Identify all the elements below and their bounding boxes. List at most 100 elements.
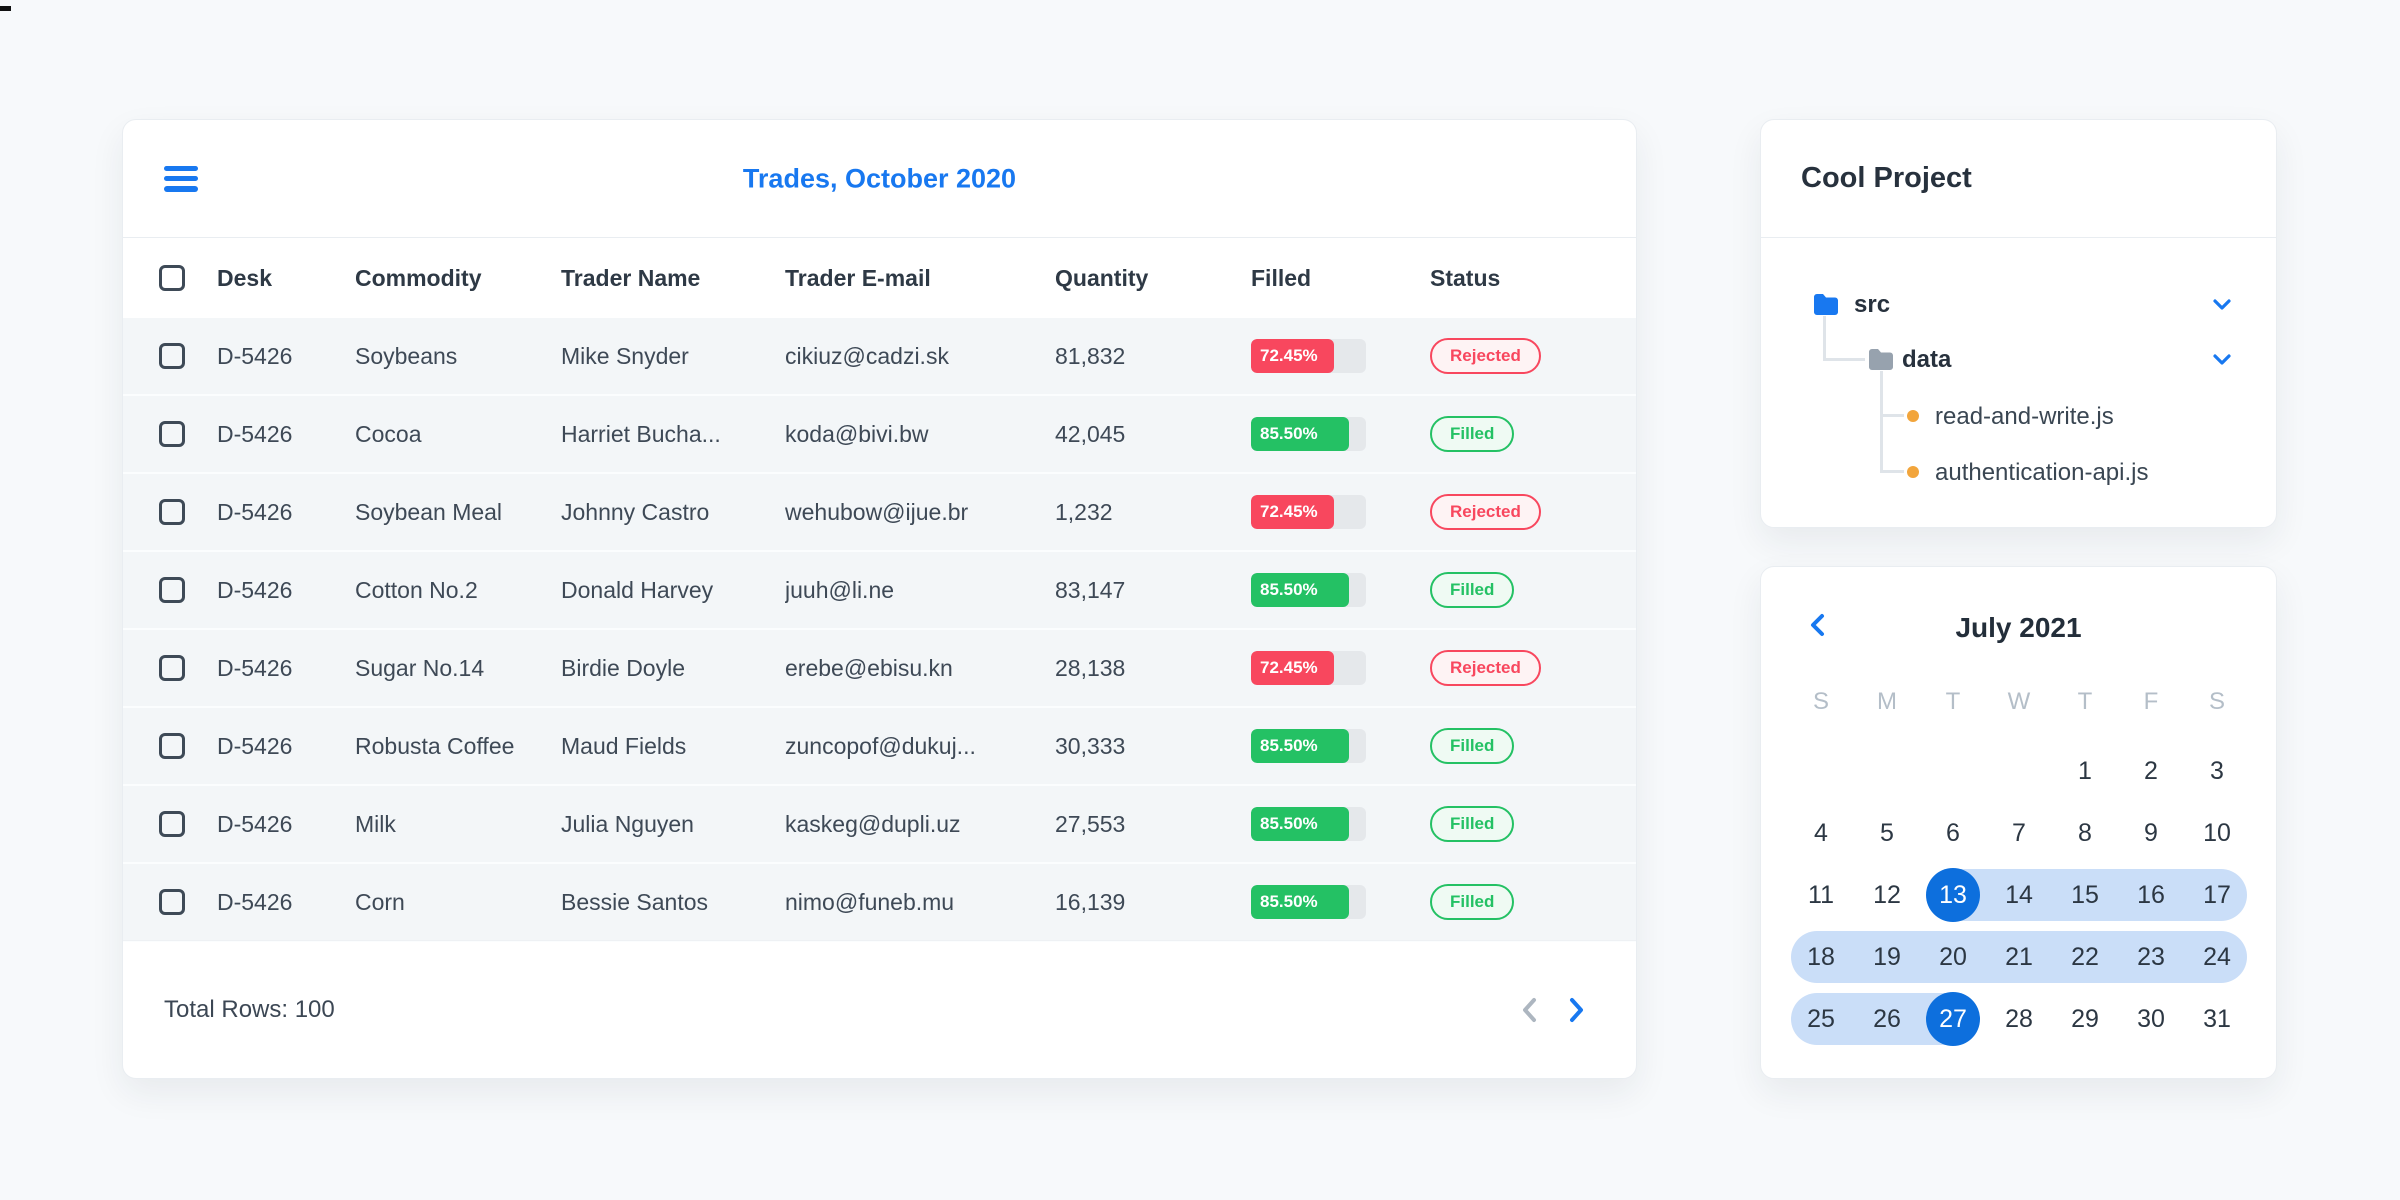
calendar-day[interactable]: 17 bbox=[2184, 864, 2250, 926]
select-all-checkbox[interactable] bbox=[159, 265, 185, 291]
calendar-day[interactable]: 22 bbox=[2052, 926, 2118, 988]
folder-icon-src[interactable] bbox=[1813, 293, 1839, 315]
column-header-status: Status bbox=[1430, 264, 1501, 291]
day-number: 9 bbox=[2144, 818, 2158, 847]
tree-item-data[interactable]: data bbox=[1902, 346, 1951, 374]
calendar-day[interactable]: 29 bbox=[2052, 988, 2118, 1050]
calendar-day-header: W bbox=[2007, 688, 2031, 715]
calendar-day[interactable]: 25 bbox=[1788, 988, 1854, 1050]
chevron-down-icon[interactable] bbox=[2213, 299, 2231, 311]
day-number: 18 bbox=[1807, 942, 1835, 971]
desk-cell: D-5426 bbox=[217, 420, 293, 447]
status-badge: Filled bbox=[1430, 416, 1515, 452]
progress-fill: 72.45% bbox=[1251, 651, 1335, 685]
day-number: 22 bbox=[2071, 942, 2099, 971]
calendar-day[interactable]: 26 bbox=[1854, 988, 1920, 1050]
calendar-day[interactable]: 11 bbox=[1788, 864, 1854, 926]
row-checkbox[interactable] bbox=[159, 655, 185, 681]
trades-title: Trades, October 2020 bbox=[742, 163, 1017, 193]
progress-fill: 72.45% bbox=[1251, 339, 1335, 373]
calendar-day[interactable]: 24 bbox=[2184, 926, 2250, 988]
calendar-day[interactable]: 20 bbox=[1920, 926, 1986, 988]
calendar-day[interactable]: 1 bbox=[2052, 740, 2118, 802]
calendar-day[interactable]: 8 bbox=[2052, 802, 2118, 864]
row-checkbox-cell bbox=[123, 577, 217, 603]
day-number: 20 bbox=[1939, 942, 1967, 971]
commodity-cell: Corn bbox=[355, 888, 405, 915]
calendar-day[interactable]: 6 bbox=[1920, 802, 1986, 864]
day-number: 4 bbox=[1814, 818, 1828, 847]
trades-card-header: Trades, October 2020 bbox=[123, 120, 1636, 238]
commodity-cell: Robusta Coffee bbox=[355, 732, 515, 759]
calendar-day[interactable]: 31 bbox=[2184, 988, 2250, 1050]
calendar-day[interactable]: 27 bbox=[1920, 988, 1986, 1050]
day-number: 15 bbox=[2071, 880, 2099, 909]
calendar-day[interactable]: 23 bbox=[2118, 926, 2184, 988]
day-number: 3 bbox=[2210, 756, 2224, 785]
calendar-day-header: T bbox=[2077, 688, 2093, 715]
row-checkbox[interactable] bbox=[159, 889, 185, 915]
calendar-day[interactable]: 2 bbox=[2118, 740, 2184, 802]
calendar-day[interactable]: 7 bbox=[1986, 802, 2052, 864]
calendar-week-row: 1 2 3 bbox=[1788, 740, 2250, 802]
file-tree: src data read-and-write.js authenticatio… bbox=[1761, 238, 2276, 527]
day-number: 8 bbox=[2078, 818, 2092, 847]
row-checkbox[interactable] bbox=[159, 733, 185, 759]
status-cell: Rejected bbox=[1430, 494, 1636, 530]
quantity-cell: 16,139 bbox=[1055, 888, 1126, 915]
calendar-day[interactable]: 5 bbox=[1854, 802, 1920, 864]
row-checkbox[interactable] bbox=[159, 343, 185, 369]
row-checkbox[interactable] bbox=[159, 811, 185, 837]
total-rows-label: Total Rows: 100 bbox=[164, 995, 335, 1023]
calendar-day-headers: SMTWTFS bbox=[1788, 685, 2250, 719]
tree-item-authentication-api[interactable]: authentication-api.js bbox=[1935, 459, 2148, 487]
folder-icon-data[interactable] bbox=[1868, 348, 1894, 370]
next-page-button[interactable] bbox=[1568, 997, 1586, 1023]
progress-bar: 85.50% bbox=[1251, 417, 1366, 451]
prev-page-button[interactable] bbox=[1520, 997, 1538, 1023]
desk-cell: D-5426 bbox=[217, 888, 293, 915]
calendar-day[interactable]: 28 bbox=[1986, 988, 2052, 1050]
status-cell: Filled bbox=[1430, 416, 1636, 452]
calendar-day[interactable]: 21 bbox=[1986, 926, 2052, 988]
status-cell: Rejected bbox=[1430, 338, 1636, 374]
project-title: Cool Project bbox=[1761, 120, 2276, 238]
calendar-day[interactable]: 10 bbox=[2184, 802, 2250, 864]
row-checkbox-cell bbox=[123, 499, 217, 525]
calendar-day[interactable]: 19 bbox=[1854, 926, 1920, 988]
calendar-day[interactable]: 16 bbox=[2118, 864, 2184, 926]
calendar-day[interactable]: 12 bbox=[1854, 864, 1920, 926]
calendar-day[interactable]: 18 bbox=[1788, 926, 1854, 988]
trader-name-cell: Mike Snyder bbox=[561, 342, 689, 369]
trader-email-cell: koda@bivi.bw bbox=[785, 420, 929, 447]
calendar-day[interactable]: 14 bbox=[1986, 864, 2052, 926]
filled-cell: 85.50% bbox=[1251, 885, 1430, 919]
filled-cell: 72.45% bbox=[1251, 495, 1430, 529]
quantity-cell: 28,138 bbox=[1055, 654, 1126, 681]
file-dot-icon bbox=[1907, 466, 1919, 478]
pagination bbox=[1520, 997, 1586, 1023]
row-checkbox[interactable] bbox=[159, 421, 185, 447]
status-badge: Filled bbox=[1430, 884, 1515, 920]
commodity-cell: Sugar No.14 bbox=[355, 654, 485, 681]
calendar-day[interactable]: 4 bbox=[1788, 802, 1854, 864]
day-number: 21 bbox=[2005, 942, 2033, 971]
quantity-cell: 83,147 bbox=[1055, 576, 1126, 603]
trader-name-cell: Harriet Bucha... bbox=[561, 420, 721, 447]
progress-bar: 72.45% bbox=[1251, 495, 1366, 529]
calendar-day[interactable]: 15 bbox=[2052, 864, 2118, 926]
progress-fill: 85.50% bbox=[1251, 885, 1350, 919]
row-checkbox-cell bbox=[123, 811, 217, 837]
calendar-day[interactable]: 30 bbox=[2118, 988, 2184, 1050]
day-number: 19 bbox=[1873, 942, 1901, 971]
calendar-card: July 2021 SMTWTFS 1 2 3 4 5 6 7 8 9 10 11 12 13 14 15 1… bbox=[1760, 566, 2277, 1079]
calendar-day[interactable]: 9 bbox=[2118, 802, 2184, 864]
row-checkbox[interactable] bbox=[159, 499, 185, 525]
tree-item-src[interactable]: src bbox=[1854, 291, 1890, 319]
calendar-day[interactable]: 13 bbox=[1920, 864, 1986, 926]
desk-cell: D-5426 bbox=[217, 498, 293, 525]
calendar-day[interactable]: 3 bbox=[2184, 740, 2250, 802]
row-checkbox[interactable] bbox=[159, 577, 185, 603]
chevron-down-icon[interactable] bbox=[2213, 354, 2231, 366]
tree-item-read-and-write[interactable]: read-and-write.js bbox=[1935, 403, 2114, 431]
